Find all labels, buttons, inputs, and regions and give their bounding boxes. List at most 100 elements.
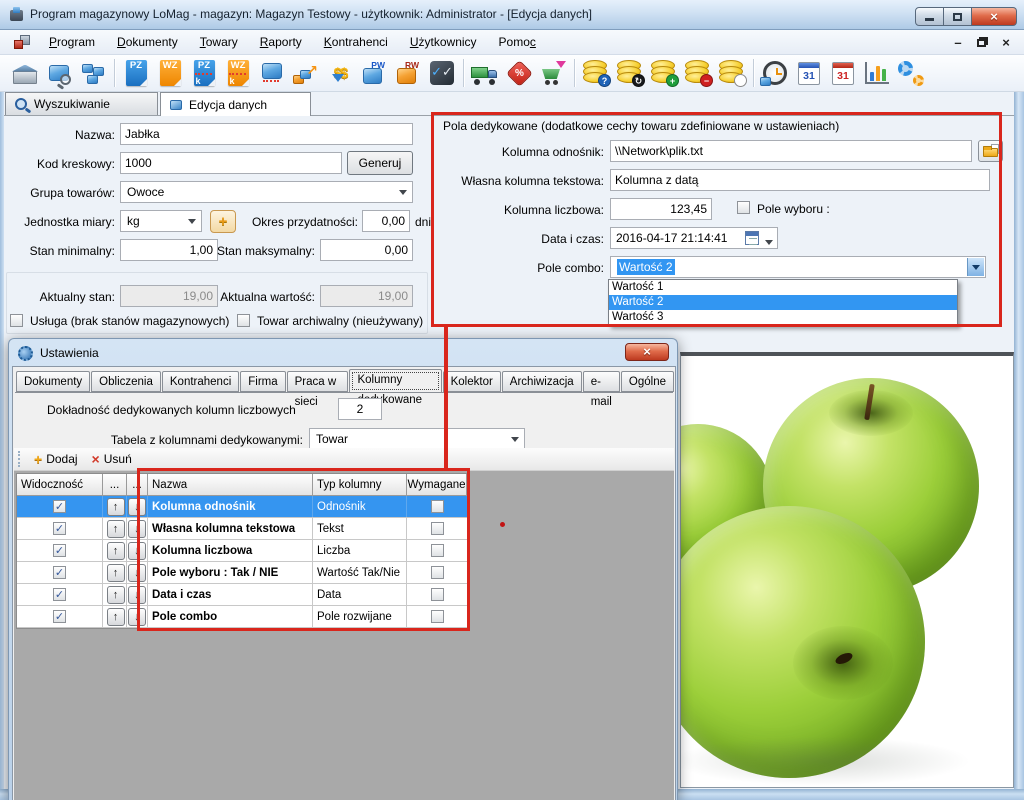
visibility-checkbox[interactable]: ✓ [53, 500, 66, 513]
visibility-checkbox[interactable]: ✓ [53, 588, 66, 601]
okres-przydatnosci-label: Okres przydatności: [240, 215, 358, 229]
goods-correction-button[interactable] [255, 57, 289, 89]
annotation-connector-line [444, 325, 448, 470]
discounts-button[interactable]: % [502, 57, 536, 89]
mdi-minimize-button[interactable]: – [950, 34, 966, 50]
doc-pzk-button[interactable]: PZk [187, 57, 221, 89]
close-icon: × [1002, 35, 1010, 50]
generuj-button[interactable]: Generuj [347, 151, 413, 175]
move-up-button[interactable]: ↑ [107, 586, 125, 604]
up-arrow-icon: ↑ [113, 611, 119, 623]
dedicated-table-combo[interactable]: Towar [309, 428, 525, 450]
settings-button[interactable] [894, 57, 928, 89]
doc-pw-button[interactable]: PW [357, 57, 391, 89]
stan-maksymalny-input[interactable] [320, 239, 413, 261]
coins-add-button[interactable]: + [647, 57, 681, 89]
menu-uzytkownicy[interactable]: Użytkownicy [399, 30, 488, 55]
move-up-button[interactable]: ↑ [107, 520, 125, 538]
nazwa-label: Nazwa: [2, 128, 115, 142]
statistics-button[interactable] [860, 57, 894, 89]
dialog-tab-kontrahenci[interactable]: Kontrahenci [162, 371, 239, 392]
archiwalny-checkbox[interactable] [237, 314, 250, 327]
orders-button[interactable] [536, 57, 570, 89]
usluga-checkbox[interactable] [10, 314, 23, 327]
mdi-close-button[interactable]: × [998, 34, 1014, 50]
chevron-down-icon[interactable] [183, 212, 200, 230]
doc-rw-button[interactable]: RW [391, 57, 425, 89]
add-unit-button[interactable]: + [210, 210, 236, 233]
restore-button[interactable] [944, 7, 972, 26]
close-button[interactable]: × [972, 7, 1017, 26]
chevron-down-icon[interactable] [506, 430, 523, 448]
goods-groups-button[interactable] [76, 57, 110, 89]
menu-towary[interactable]: Towary [189, 30, 249, 55]
nazwa-input[interactable] [120, 123, 413, 145]
stan-minimalny-label: Stan minimalny: [2, 244, 115, 258]
doc-wzk-button[interactable]: WZk [221, 57, 255, 89]
mdi-restore-button[interactable] [974, 34, 990, 50]
doc-pz-button[interactable]: PZ [119, 57, 153, 89]
history-button[interactable] [758, 57, 792, 89]
coins-refresh-button[interactable]: ↻ [613, 57, 647, 89]
dialog-tab-archiwizacja[interactable]: Archiwizacja [502, 371, 582, 392]
dodaj-button[interactable]: +Dodaj [27, 451, 85, 467]
product-image-panel [680, 352, 1014, 788]
calendar-red-button[interactable]: 31 [826, 57, 860, 89]
header-dots[interactable]: ... [103, 474, 127, 495]
move-up-button[interactable]: ↑ [107, 564, 125, 582]
goods-transfer-button[interactable]: ↗ [289, 57, 323, 89]
aktualna-wartosc-label: Aktualna wartość: [190, 290, 315, 304]
kod-kreskowy-input[interactable] [120, 152, 342, 174]
move-up-button[interactable]: ↑ [107, 498, 125, 516]
chevron-down-icon[interactable] [394, 183, 411, 201]
mdi-child-icon [14, 34, 30, 50]
move-up-button[interactable]: ↑ [107, 608, 125, 626]
menu-raporty[interactable]: Raporty [249, 30, 313, 55]
prices-button[interactable]: $$ [323, 57, 357, 89]
okres-przydatnosci-input[interactable] [362, 210, 410, 232]
tab-edycja-danych[interactable]: Edycja danych [160, 92, 311, 116]
header-widocznosc[interactable]: Widoczność [17, 474, 103, 495]
dialog-tab-kolumny-dedykowane[interactable]: Kolumny dedykowane [349, 369, 441, 393]
gear-icon [18, 346, 33, 361]
menu-program[interactable]: Program [38, 30, 106, 55]
precision-input[interactable] [338, 398, 382, 420]
coins-query-button[interactable]: ? [579, 57, 613, 89]
up-arrow-icon: ↑ [113, 589, 119, 601]
dialog-tab-ogolne[interactable]: Ogólne [621, 371, 674, 392]
menu-pomoc[interactable]: Pomoc [488, 30, 547, 55]
warehouse-button[interactable] [8, 57, 42, 89]
calendar-blue-button[interactable]: 31 [792, 57, 826, 89]
dialog-tab-email[interactable]: e-mail [583, 371, 620, 392]
grupa-towarow-combo[interactable]: Owoce [120, 181, 413, 203]
archiwalny-label: Towar archiwalny (nieużywany) [257, 314, 423, 328]
coins-report-button[interactable] [715, 57, 749, 89]
menu-dokumenty[interactable]: Dokumenty [106, 30, 189, 55]
dialog-close-button[interactable]: × [625, 343, 669, 361]
visibility-checkbox[interactable]: ✓ [53, 566, 66, 579]
plus-icon: + [34, 451, 42, 467]
jednostka-miary-combo[interactable]: kg [120, 210, 202, 232]
move-up-button[interactable]: ↑ [107, 542, 125, 560]
close-icon: × [990, 9, 998, 24]
dialog-tab-dokumenty[interactable]: Dokumenty [16, 371, 90, 392]
doc-wz-button[interactable]: WZ [153, 57, 187, 89]
doc-pz-icon: PZ [126, 60, 147, 86]
usun-button[interactable]: ×Usuń [85, 451, 139, 467]
minimize-button[interactable] [915, 7, 944, 26]
search-goods-button[interactable] [42, 57, 76, 89]
coins-remove-button[interactable]: − [681, 57, 715, 89]
dialog-tab-praca-w-sieci[interactable]: Praca w sieci [287, 371, 349, 392]
visibility-checkbox[interactable]: ✓ [53, 544, 66, 557]
tab-wyszukiwanie[interactable]: Wyszukiwanie [5, 92, 158, 115]
dialog-tab-kolektor[interactable]: Kolektor [443, 371, 501, 392]
visibility-checkbox[interactable]: ✓ [53, 610, 66, 623]
x-icon: × [92, 451, 100, 467]
visibility-checkbox[interactable]: ✓ [53, 522, 66, 535]
delivery-button[interactable] [468, 57, 502, 89]
inventory-button[interactable]: ✓✓ [425, 57, 459, 89]
dialog-tab-obliczenia[interactable]: Obliczenia [91, 371, 161, 392]
dialog-tab-firma[interactable]: Firma [240, 371, 285, 392]
dedicated-table-label: Tabela z kolumnami dedykowanymi: [87, 433, 303, 447]
menu-kontrahenci[interactable]: Kontrahenci [313, 30, 399, 55]
